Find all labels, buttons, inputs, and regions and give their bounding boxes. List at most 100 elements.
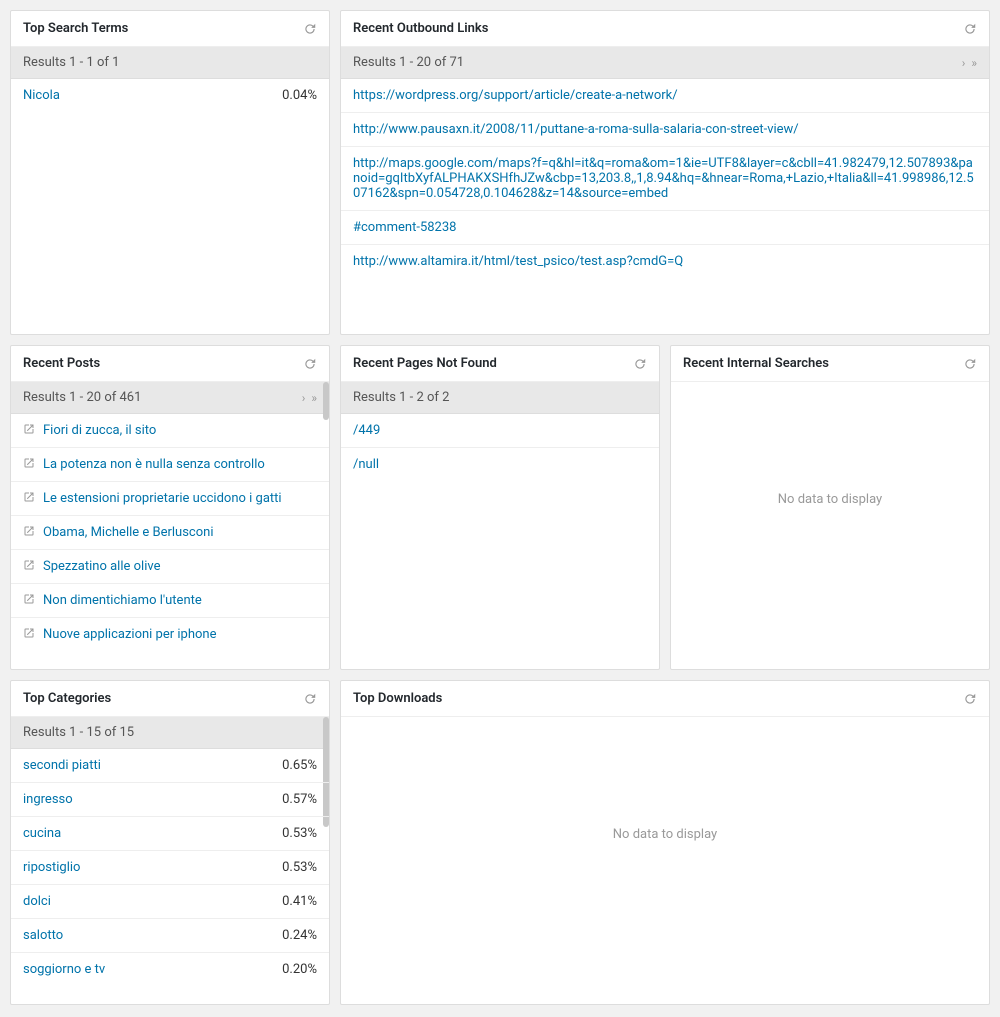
external-link-icon[interactable] xyxy=(23,423,35,435)
table-row: /449 xyxy=(341,414,659,448)
panel-title: Top Categories xyxy=(23,691,111,706)
category-pct: 0.24% xyxy=(270,928,317,943)
refresh-icon[interactable] xyxy=(303,22,317,36)
not-found-link[interactable]: /null xyxy=(353,457,647,472)
table-row: ripostiglio 0.53% xyxy=(11,851,329,885)
category-link[interactable]: ingresso xyxy=(23,792,270,807)
results-label: Results 1 - 2 of 2 xyxy=(353,390,449,405)
panel-header: Recent Pages Not Found xyxy=(341,346,659,382)
post-link[interactable]: Le estensioni proprietarie uccidono i ga… xyxy=(43,491,317,506)
results-bar: Results 1 - 15 of 15 xyxy=(11,717,329,749)
outbound-link[interactable]: http://www.pausaxn.it/2008/11/puttane-a-… xyxy=(353,122,977,137)
outbound-link[interactable]: https://wordpress.org/support/article/cr… xyxy=(353,88,977,103)
panel-header: Recent Posts xyxy=(11,346,329,382)
results-bar: Results 1 - 20 of 71 › » xyxy=(341,47,989,79)
table-row: http://maps.google.com/maps?f=q&hl=it&q=… xyxy=(341,147,989,211)
panel-top-downloads: Top Downloads No data to display xyxy=(340,680,990,1005)
table-row: Le estensioni proprietarie uccidono i ga… xyxy=(11,482,329,516)
post-link[interactable]: Obama, Michelle e Berlusconi xyxy=(43,525,317,540)
search-term-link[interactable]: Nicola xyxy=(23,88,270,103)
panel-header: Recent Outbound Links xyxy=(341,11,989,47)
panel-recent-outbound-links: Recent Outbound Links Results 1 - 20 of … xyxy=(340,10,990,335)
table-row: http://www.altamira.it/html/test_psico/t… xyxy=(341,245,989,278)
post-link[interactable]: Fiori di zucca, il sito xyxy=(43,423,317,438)
nav-arrows: › » xyxy=(962,56,977,70)
panel-title: Top Downloads xyxy=(353,691,442,706)
table-row: soggiorno e tv 0.20% xyxy=(11,953,329,986)
category-pct: 0.20% xyxy=(270,962,317,977)
category-pct: 0.53% xyxy=(270,860,317,875)
table-row: La potenza non è nulla senza controllo xyxy=(11,448,329,482)
results-label: Results 1 - 20 of 71 xyxy=(353,55,464,70)
panel-body: No data to display xyxy=(671,382,989,617)
table-row: https://wordpress.org/support/article/cr… xyxy=(341,79,989,113)
category-link[interactable]: salotto xyxy=(23,928,270,943)
panel-body: secondi piatti 0.65% ingresso 0.57% cuci… xyxy=(11,749,329,986)
panel-header: Top Search Terms xyxy=(11,11,329,47)
table-row: secondi piatti 0.65% xyxy=(11,749,329,783)
category-link[interactable]: cucina xyxy=(23,826,270,841)
category-link[interactable]: secondi piatti xyxy=(23,758,270,773)
category-pct: 0.57% xyxy=(270,792,317,807)
panel-body: /449 /null xyxy=(341,414,659,481)
panel-title: Recent Outbound Links xyxy=(353,21,488,36)
external-link-icon[interactable] xyxy=(23,457,35,469)
last-page-icon[interactable]: » xyxy=(311,391,317,405)
table-row: Obama, Michelle e Berlusconi xyxy=(11,516,329,550)
category-link[interactable]: dolci xyxy=(23,894,270,909)
results-label: Results 1 - 1 of 1 xyxy=(23,55,119,70)
table-row: Nicola 0.04% xyxy=(11,79,329,112)
panel-header: Top Categories xyxy=(11,681,329,717)
results-bar: Results 1 - 2 of 2 xyxy=(341,382,659,414)
panel-recent-posts: Recent Posts Results 1 - 20 of 461 › » F… xyxy=(10,345,330,670)
refresh-icon[interactable] xyxy=(303,692,317,706)
refresh-icon[interactable] xyxy=(963,692,977,706)
panel-body: https://wordpress.org/support/article/cr… xyxy=(341,79,989,278)
external-link-icon[interactable] xyxy=(23,593,35,605)
post-link[interactable]: Non dimentichiamo l'utente xyxy=(43,593,317,608)
table-row: Non dimentichiamo l'utente xyxy=(11,584,329,618)
panel-recent-internal-searches: Recent Internal Searches No data to disp… xyxy=(670,345,990,670)
outbound-link[interactable]: http://maps.google.com/maps?f=q&hl=it&q=… xyxy=(353,156,977,201)
search-term-pct: 0.04% xyxy=(270,88,317,103)
panel-body: Fiori di zucca, il sito La potenza non è… xyxy=(11,414,329,651)
panel-top-categories: Top Categories Results 1 - 15 of 15 seco… xyxy=(10,680,330,1005)
table-row: dolci 0.41% xyxy=(11,885,329,919)
panel-title: Recent Pages Not Found xyxy=(353,356,497,371)
category-link[interactable]: soggiorno e tv xyxy=(23,962,270,977)
panel-header: Recent Internal Searches xyxy=(671,346,989,382)
nav-arrows: › » xyxy=(302,391,317,405)
results-label: Results 1 - 15 of 15 xyxy=(23,725,134,740)
table-row: http://www.pausaxn.it/2008/11/puttane-a-… xyxy=(341,113,989,147)
table-row: salotto 0.24% xyxy=(11,919,329,953)
external-link-icon[interactable] xyxy=(23,491,35,503)
outbound-link[interactable]: http://www.altamira.it/html/test_psico/t… xyxy=(353,254,977,269)
last-page-icon[interactable]: » xyxy=(971,56,977,70)
category-link[interactable]: ripostiglio xyxy=(23,860,270,875)
table-row: Spezzatino alle olive xyxy=(11,550,329,584)
refresh-icon[interactable] xyxy=(633,357,647,371)
next-page-icon[interactable]: › xyxy=(302,391,306,405)
post-link[interactable]: La potenza non è nulla senza controllo xyxy=(43,457,317,472)
post-link[interactable]: Spezzatino alle olive xyxy=(43,559,317,574)
category-pct: 0.53% xyxy=(270,826,317,841)
external-link-icon[interactable] xyxy=(23,525,35,537)
not-found-link[interactable]: /449 xyxy=(353,423,647,438)
panel-title: Recent Posts xyxy=(23,356,100,371)
refresh-icon[interactable] xyxy=(963,357,977,371)
table-row: cucina 0.53% xyxy=(11,817,329,851)
refresh-icon[interactable] xyxy=(303,357,317,371)
refresh-icon[interactable] xyxy=(963,22,977,36)
results-bar: Results 1 - 1 of 1 xyxy=(11,47,329,79)
panel-recent-not-found: Recent Pages Not Found Results 1 - 2 of … xyxy=(340,345,660,670)
panel-title: Top Search Terms xyxy=(23,21,128,36)
panel-title: Recent Internal Searches xyxy=(683,356,829,371)
panel-top-search-terms: Top Search Terms Results 1 - 1 of 1 Nico… xyxy=(10,10,330,335)
next-page-icon[interactable]: › xyxy=(962,56,966,70)
post-link[interactable]: Nuove applicazioni per iphone xyxy=(43,627,317,642)
no-data-message: No data to display xyxy=(341,717,989,952)
category-pct: 0.41% xyxy=(270,894,317,909)
external-link-icon[interactable] xyxy=(23,627,35,639)
outbound-link[interactable]: #comment-58238 xyxy=(353,220,977,235)
external-link-icon[interactable] xyxy=(23,559,35,571)
